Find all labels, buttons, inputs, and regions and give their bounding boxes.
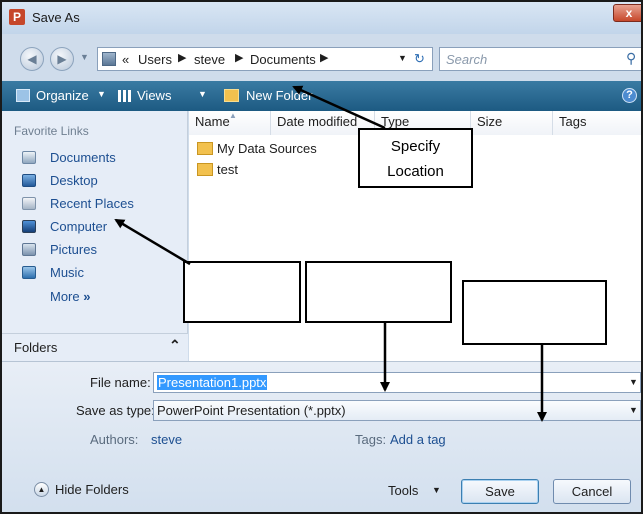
arrow-to-address-bar xyxy=(292,85,386,130)
annotation-arrows xyxy=(114,85,547,422)
arrow-to-navigation-pane xyxy=(114,218,191,266)
save-as-dialog: P Save As x ◀ ▶ ▼ « Users ▶ steve ▶ Docu… xyxy=(0,0,643,514)
